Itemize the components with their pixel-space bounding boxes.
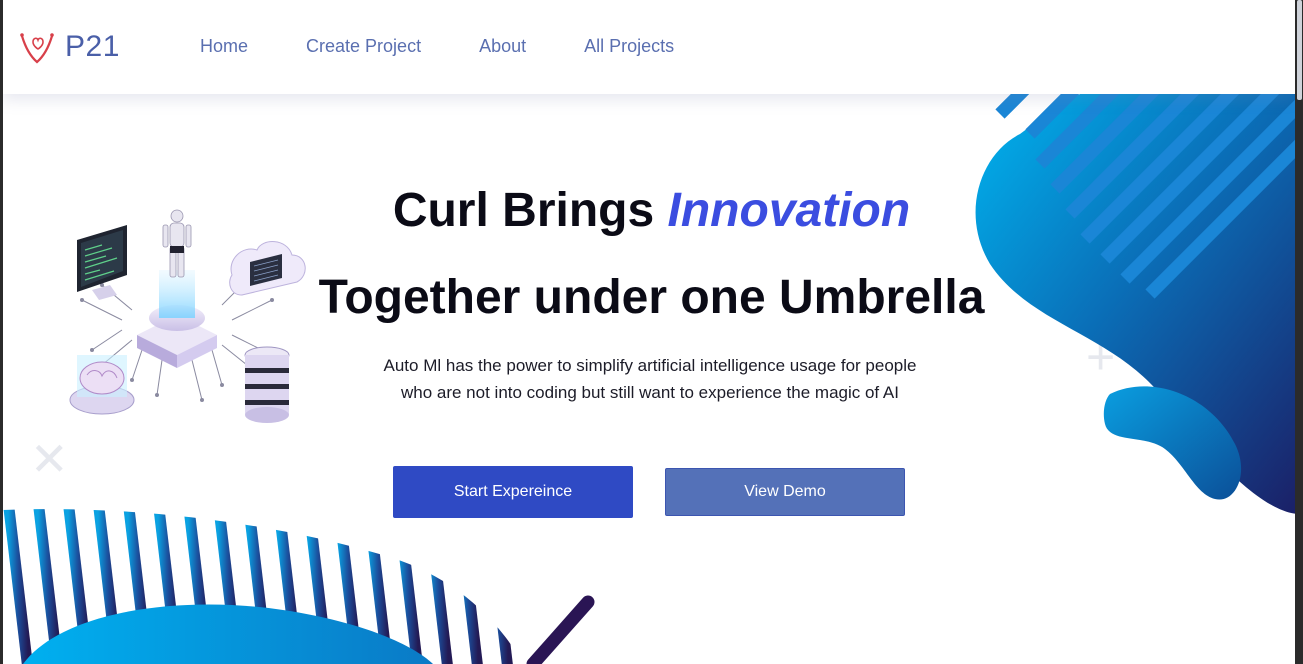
v-heart-logo-icon [20,33,54,64]
hero-description: Auto Ml has the power to simplify artifi… [383,356,917,402]
hero-title-prefix: Curl Brings [392,184,655,237]
hero-title-line2: Together under one Umbrella [318,271,985,324]
nav-link-home[interactable]: Home [200,36,248,57]
nav-link-all-projects[interactable]: All Projects [584,36,674,57]
nav-link-create-project[interactable]: Create Project [306,36,421,57]
hero-title-highlight: Innovation [667,184,911,237]
view-demo-button[interactable]: View Demo [665,468,905,516]
nav-link-about[interactable]: About [479,36,526,57]
hero-title-line1: Curl Brings Innovation [0,183,1303,238]
window-left-edge [0,0,3,664]
bottom-left-decoration [3,509,595,664]
scrollbar[interactable] [1295,0,1303,664]
brand-logo[interactable]: P21 [19,28,120,66]
start-experience-button[interactable]: Start Expereince [393,466,633,518]
scrollbar-thumb[interactable] [1297,0,1302,100]
brand-name: P21 [65,30,120,63]
nav-links: Home Create Project About All Projects [200,36,732,57]
cross-decoration-left: ✕ [30,433,69,485]
navbar: P21 Home Create Project About All Projec… [3,0,1295,94]
